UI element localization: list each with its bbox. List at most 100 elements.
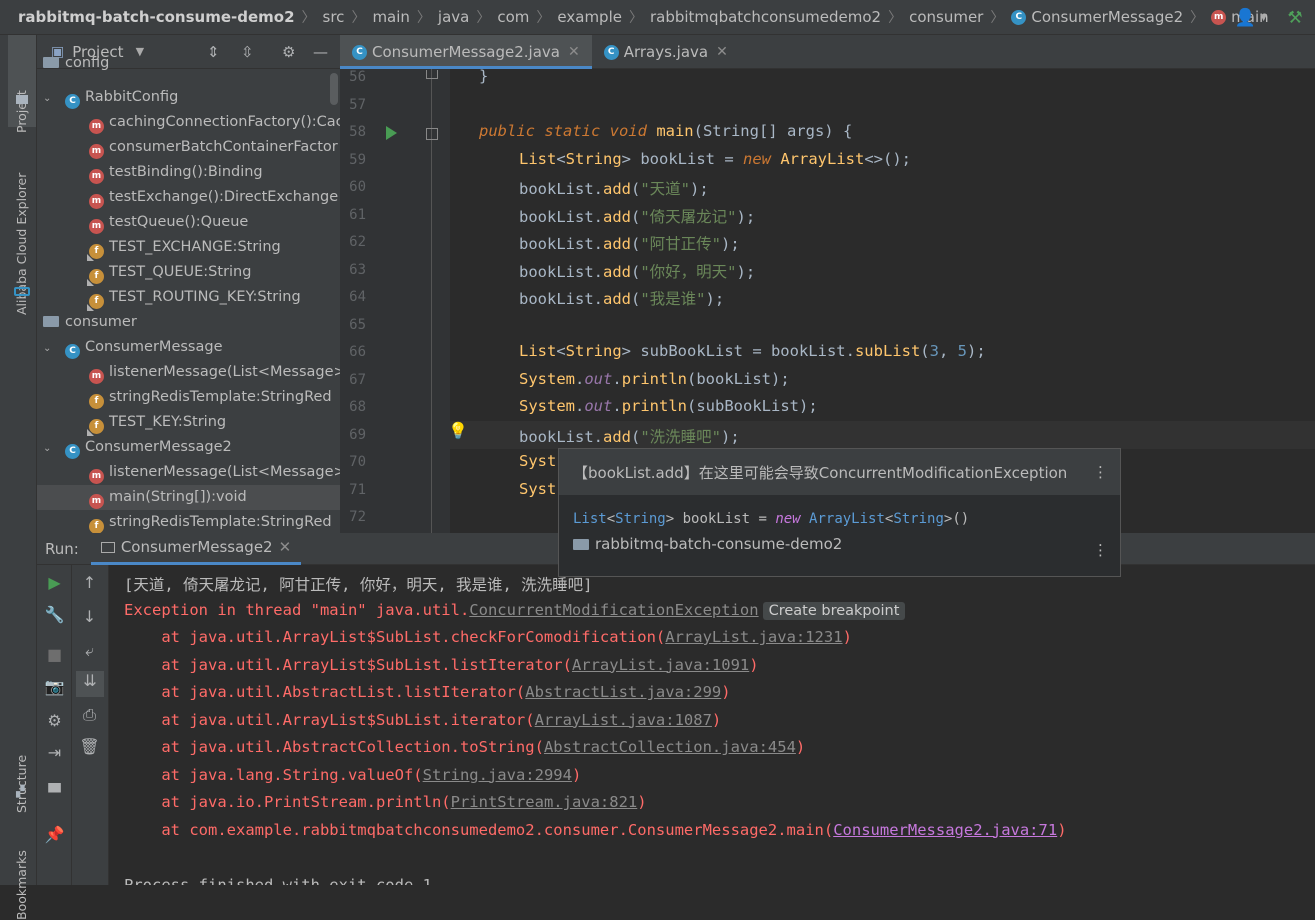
chevron-down-icon[interactable]: ⌄ (43, 86, 57, 111)
tree-item[interactable]: config (37, 51, 340, 76)
chevron-down-icon[interactable]: ⌄ (43, 336, 57, 361)
lightbulb-icon[interactable]: 💡 (448, 421, 468, 440)
tree-item[interactable]: f stringRedisTemplate:StringRed (37, 385, 340, 410)
editor-tab[interactable]: C ConsumerMessage2.java ✕ (340, 35, 592, 69)
trash-icon[interactable]: 🗑 (72, 737, 107, 756)
tree-item[interactable]: m testBinding():Binding (37, 160, 340, 185)
user-icon[interactable]: 👤 (1230, 8, 1260, 28)
code-line[interactable]: bookList.add("我是谁"); (519, 287, 724, 309)
tree-item[interactable]: f stringRedisTemplate:StringRed (37, 510, 340, 533)
code-line[interactable]: Syst (519, 452, 556, 470)
more-options-icon[interactable]: ⋮ (1093, 463, 1108, 481)
structure-icon[interactable]: ▞ (16, 785, 24, 798)
breadcrumb-item[interactable]: rabbitmqbatchconsumedemo2 (650, 8, 881, 26)
close-icon[interactable]: ✕ (279, 538, 292, 556)
alibaba-cloud-icon[interactable] (14, 287, 30, 296)
project-folder-icon[interactable] (16, 95, 28, 104)
tree-item[interactable]: ⌄ C RabbitConfig (37, 85, 340, 110)
tree-item[interactable]: f TEST_QUEUE:String (37, 260, 340, 285)
code-line[interactable]: } (479, 67, 488, 85)
stack-file-link[interactable]: AbstractList.java:299 (525, 683, 721, 701)
breadcrumb-item[interactable]: main (372, 8, 409, 26)
class-icon: C (1011, 9, 1027, 25)
code-line[interactable]: public static void main(String[] args) { (479, 122, 852, 140)
breadcrumb-item[interactable]: rabbitmq-batch-consume-demo2 (18, 8, 295, 26)
tree-item[interactable]: ⌄ C ConsumerMessage (37, 335, 340, 360)
tree-item[interactable]: f TEST_ROUTING_KEY:String (37, 285, 340, 310)
exit-icon[interactable]: ⇥ (37, 743, 72, 762)
stack-file-link[interactable]: ConsumerMessage2.java:71 (833, 821, 1057, 839)
tree-item[interactable]: m listenerMessage(List<Message> (37, 460, 340, 485)
settings-gear-icon[interactable]: ⚙ (37, 711, 72, 730)
code-line[interactable]: bookList.add("阿甘正传"); (519, 232, 740, 254)
tree-item[interactable]: f TEST_EXCHANGE:String (37, 235, 340, 260)
tree-item[interactable]: f TEST_KEY:String (37, 410, 340, 435)
code-line[interactable]: bookList.add("天道"); (519, 177, 709, 199)
code-token: add (603, 290, 631, 308)
camera-icon[interactable]: 📷 (37, 677, 72, 696)
scroll-to-end-icon[interactable]: ⇊ (76, 671, 104, 697)
code-line[interactable]: List<String> bookList = new ArrayList<>(… (519, 150, 911, 168)
breadcrumb-item[interactable]: consumer (909, 8, 983, 26)
arrow-up-icon[interactable]: ↑ (72, 573, 107, 592)
fold-icon[interactable] (426, 70, 438, 79)
popup-module-name[interactable]: rabbitmq-batch-consume-demo2 (595, 535, 842, 553)
stack-file-link[interactable]: ArrayList.java:1091 (572, 656, 749, 674)
tree-item[interactable]: m listenerMessage(List<Message> (37, 360, 340, 385)
code-line[interactable]: List<String> subBookList = bookList.subL… (519, 342, 986, 360)
code-line[interactable]: System.out.println(subBookList); (519, 397, 818, 415)
build-hammer-icon[interactable]: ⚒ (1275, 8, 1315, 28)
class-icon: C (65, 444, 80, 459)
create-breakpoint-button[interactable]: Create breakpoint (762, 601, 906, 620)
bookmarks-tool-tab[interactable]: Bookmarks (14, 850, 29, 920)
stop-icon[interactable]: ■ (37, 645, 72, 664)
code-line[interactable]: bookList.add("你好，明天"); (519, 260, 755, 282)
tree-item[interactable]: ⌄ C ConsumerMessage2 (37, 435, 340, 460)
stack-file-link[interactable]: ArrayList.java:1087 (535, 711, 712, 729)
line-number: 67 (349, 371, 366, 388)
more-options-icon[interactable]: ⋮ (1093, 541, 1108, 559)
line-number: 61 (349, 206, 366, 223)
soft-wrap-icon[interactable]: ⤶ (72, 641, 107, 661)
tree-item[interactable]: m cachingConnectionFactory():Cac (37, 110, 340, 135)
breadcrumb-item[interactable]: ConsumerMessage2 (1031, 8, 1183, 26)
breadcrumb-item[interactable]: com (497, 8, 529, 26)
tree-item[interactable]: m testQueue():Queue (37, 210, 340, 235)
run-tab-consumermessage2[interactable]: ConsumerMessage2 ✕ (90, 532, 302, 565)
stack-file-link[interactable]: String.java:2994 (423, 766, 572, 784)
code-token: subList (854, 342, 921, 360)
arrow-down-icon[interactable]: ↓ (72, 607, 107, 626)
close-icon[interactable]: ✕ (568, 44, 580, 60)
layout-icon[interactable]: ▀ (37, 783, 72, 802)
line-number: 66 (349, 344, 366, 360)
chevron-down-icon[interactable]: ▼ (1260, 13, 1267, 23)
code-line[interactable]: bookList.add("倚天屠龙记"); (519, 205, 755, 227)
breadcrumb-item[interactable]: java (438, 8, 469, 26)
console-output[interactable]: [天道, 倚天屠龙记, 阿甘正传, 你好，明天, 我是谁, 洗洗睡吧] Excep… (124, 565, 1315, 885)
tree-item[interactable]: consumer (37, 310, 340, 335)
run-gutter-icon[interactable] (386, 126, 397, 140)
stack-file-link[interactable]: AbstractCollection.java:454 (544, 738, 796, 756)
tree-item[interactable]: m testExchange():DirectExchange (37, 185, 340, 210)
project-scrollbar[interactable] (330, 73, 338, 105)
tree-item[interactable]: m consumerBatchContainerFactor (37, 135, 340, 160)
popup-signature: List<String> bookList = new ArrayList<St… (559, 495, 1120, 527)
structure-tool-tab[interactable]: Structure (14, 755, 29, 813)
editor-tab[interactable]: C Arrays.java ✕ (592, 35, 740, 69)
stack-file-link[interactable]: ArrayList.java:1231 (665, 628, 842, 646)
fold-icon[interactable] (426, 128, 438, 140)
chevron-down-icon[interactable]: ⌄ (43, 436, 57, 461)
breadcrumb-item[interactable]: src (323, 8, 345, 26)
code-line[interactable]: Syst (519, 480, 556, 498)
exception-class-link[interactable]: ConcurrentModificationException (469, 601, 758, 619)
pin-icon[interactable]: 📌 (37, 825, 72, 844)
code-line[interactable]: System.out.println(bookList); (519, 370, 790, 388)
close-icon[interactable]: ✕ (716, 44, 728, 60)
breadcrumb-item[interactable]: example (557, 8, 622, 26)
tree-item[interactable]: m main(String[]):void (37, 485, 340, 510)
rerun-icon[interactable]: ▶ (37, 573, 72, 592)
code-line[interactable]: bookList.add("洗洗睡吧"); (519, 425, 740, 447)
print-icon[interactable]: ⎙ (72, 705, 107, 725)
wrench-icon[interactable]: 🔧 (37, 605, 72, 624)
stack-file-link[interactable]: PrintStream.java:821 (451, 793, 638, 811)
